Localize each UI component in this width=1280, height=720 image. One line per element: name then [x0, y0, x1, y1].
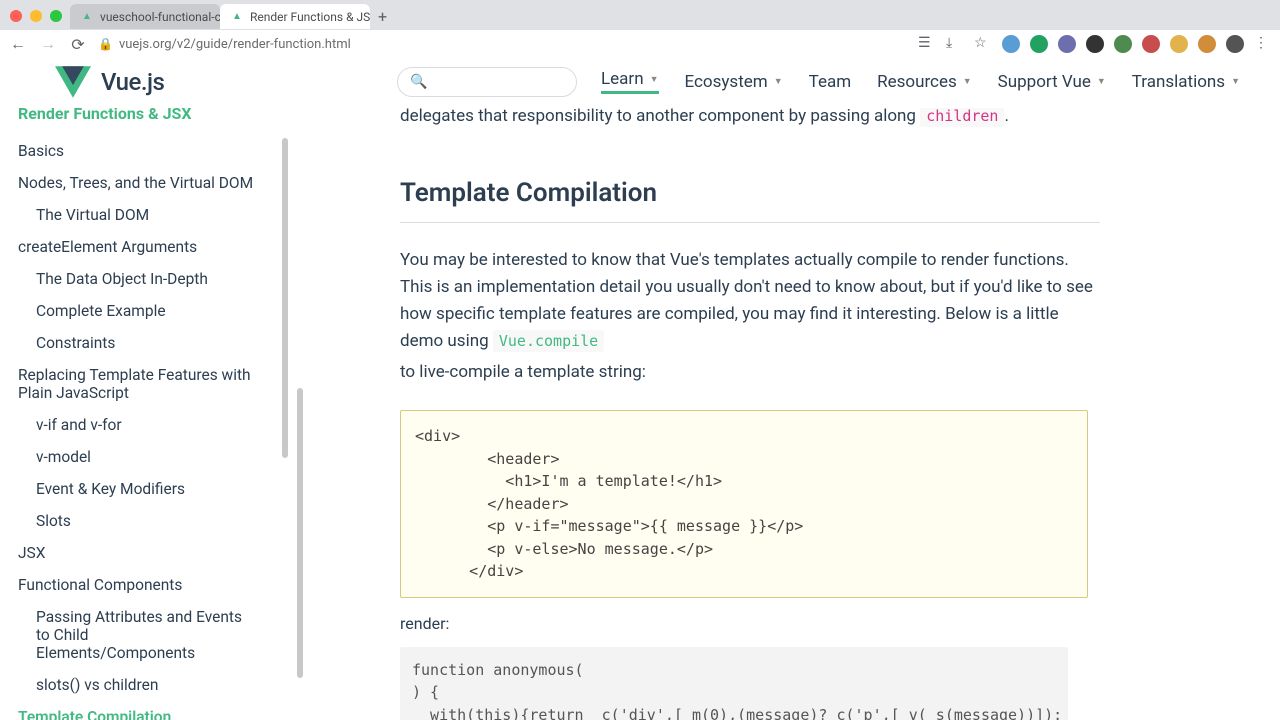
- sidebar-item[interactable]: Functional Components: [18, 569, 290, 601]
- nav-support[interactable]: Support Vue▼: [998, 72, 1106, 92]
- reload-button[interactable]: ⟳: [68, 35, 88, 54]
- extension-icon[interactable]: [1030, 35, 1048, 53]
- sidebar-item[interactable]: The Virtual DOM: [18, 199, 290, 231]
- article-content: delegates that responsibility to another…: [290, 108, 1280, 720]
- main-layout: Render Functions & JSX Basics Nodes, Tre…: [0, 108, 1280, 720]
- inline-code: children: [920, 108, 1004, 127]
- maximize-window-icon[interactable]: [50, 10, 62, 22]
- sidebar-nav[interactable]: Render Functions & JSX Basics Nodes, Tre…: [0, 108, 290, 720]
- sidebar-item[interactable]: The Data Object In-Depth: [18, 263, 290, 295]
- tab-title: Render Functions & JSX — Vu: [250, 10, 370, 24]
- sidebar-item[interactable]: slots() vs children: [18, 669, 290, 701]
- section-divider: [400, 222, 1100, 223]
- sidebar-item[interactable]: Replacing Template Features with Plain J…: [18, 359, 258, 409]
- sidebar-title[interactable]: Render Functions & JSX: [18, 108, 290, 123]
- tab-title: vueschool-functional-compon: [100, 10, 220, 24]
- chevron-down-icon: ▼: [1231, 76, 1240, 87]
- sidebar-item[interactable]: Basics: [18, 135, 290, 167]
- browser-toolbar: ← → ⟳ 🔒 vuejs.org/v2/guide/render-functi…: [0, 30, 1280, 58]
- sidebar-item[interactable]: v-if and v-for: [18, 409, 290, 441]
- address-bar[interactable]: 🔒 vuejs.org/v2/guide/render-function.htm…: [98, 37, 908, 52]
- nav-learn[interactable]: Learn▼: [601, 69, 659, 94]
- url-text: vuejs.org/v2/guide/render-function.html: [119, 37, 351, 52]
- extension-icon[interactable]: [1058, 35, 1076, 53]
- forward-button: →: [38, 34, 58, 54]
- paragraph-trailing: delegates that responsibility to another…: [400, 108, 1230, 130]
- window-controls[interactable]: [10, 10, 62, 22]
- render-output-box: function anonymous( ) { with(this){retur…: [400, 647, 1068, 720]
- favicon-icon: ▲: [230, 10, 244, 24]
- close-window-icon[interactable]: [10, 10, 22, 22]
- main-nav: Learn▼ Ecosystem▼ Team Resources▼ Suppor…: [601, 69, 1240, 94]
- extension-icon[interactable]: [1142, 35, 1160, 53]
- sidebar-item[interactable]: createElement Arguments: [18, 231, 290, 263]
- extension-icon[interactable]: [1170, 35, 1188, 53]
- paragraph: You may be interested to know that Vue's…: [400, 247, 1100, 356]
- section-heading: Template Compilation: [400, 178, 1230, 208]
- sidebar-item[interactable]: Event & Key Modifiers: [18, 473, 290, 505]
- search-input[interactable]: 🔍: [397, 67, 577, 97]
- sidebar-item[interactable]: Nodes, Trees, and the Virtual DOM: [18, 167, 290, 199]
- bookmark-icon[interactable]: ☆: [974, 35, 992, 53]
- site-header: Vue.js 🔍 Learn▼ Ecosystem▼ Team Resource…: [0, 56, 1280, 108]
- notes-icon[interactable]: ☰: [918, 35, 936, 53]
- search-icon: 🔍: [410, 74, 427, 90]
- new-tab-button[interactable]: +: [370, 3, 395, 30]
- nav-resources[interactable]: Resources▼: [877, 72, 972, 92]
- extension-icon[interactable]: [1114, 35, 1132, 53]
- favicon-icon: ▲: [80, 10, 94, 24]
- sidebar-item[interactable]: v-model: [18, 441, 290, 473]
- sidebar-item-active[interactable]: Template Compilation: [18, 701, 290, 720]
- scrollbar[interactable]: [282, 138, 288, 458]
- brand-name: Vue.js: [101, 68, 164, 96]
- nav-team[interactable]: Team: [809, 72, 852, 92]
- vue-logo-icon: [55, 64, 91, 100]
- back-button[interactable]: ←: [8, 34, 28, 54]
- sidebar-item[interactable]: Constraints: [18, 327, 290, 359]
- profile-avatar-icon[interactable]: [1226, 35, 1244, 53]
- tab-strip: ▲ vueschool-functional-compon × ▲ Render…: [0, 0, 1280, 30]
- template-input-box[interactable]: <div> <header> <h1>I'm a template!</h1> …: [400, 410, 1088, 598]
- chevron-down-icon: ▼: [774, 76, 783, 87]
- browser-tab-vueschool[interactable]: ▲ vueschool-functional-compon ×: [70, 4, 220, 29]
- nav-ecosystem[interactable]: Ecosystem▼: [685, 72, 783, 92]
- sidebar-item[interactable]: Complete Example: [18, 295, 290, 327]
- sidebar-item[interactable]: Passing Attributes and Events to Child E…: [18, 601, 248, 669]
- browser-chrome: ▲ vueschool-functional-compon × ▲ Render…: [0, 0, 1280, 56]
- chevron-down-icon: ▼: [1097, 76, 1106, 87]
- sidebar-item[interactable]: JSX: [18, 537, 290, 569]
- paragraph: to live-compile a template string:: [400, 359, 1100, 386]
- minimize-window-icon[interactable]: [30, 10, 42, 22]
- menu-icon[interactable]: ⋮: [1254, 35, 1272, 53]
- extension-icon[interactable]: [1002, 35, 1020, 53]
- browser-tab-vuejs[interactable]: ▲ Render Functions & JSX — Vu ×: [220, 4, 370, 29]
- chevron-down-icon: ▼: [963, 76, 972, 87]
- extension-icons: ☰ ⤓ ☆ ⋮: [918, 35, 1272, 53]
- chevron-down-icon: ▼: [650, 74, 659, 85]
- extension-icon[interactable]: [1198, 35, 1216, 53]
- scrollbar[interactable]: [297, 388, 303, 678]
- lock-icon: 🔒: [98, 37, 113, 51]
- extension-icon[interactable]: [1086, 35, 1104, 53]
- sidebar-item[interactable]: Slots: [18, 505, 290, 537]
- inline-code: Vue.compile: [493, 330, 604, 352]
- nav-translations[interactable]: Translations▼: [1132, 72, 1240, 92]
- downloads-icon[interactable]: ⤓: [946, 35, 964, 53]
- site-logo[interactable]: Vue.js: [55, 64, 164, 100]
- render-label: render:: [400, 614, 1230, 633]
